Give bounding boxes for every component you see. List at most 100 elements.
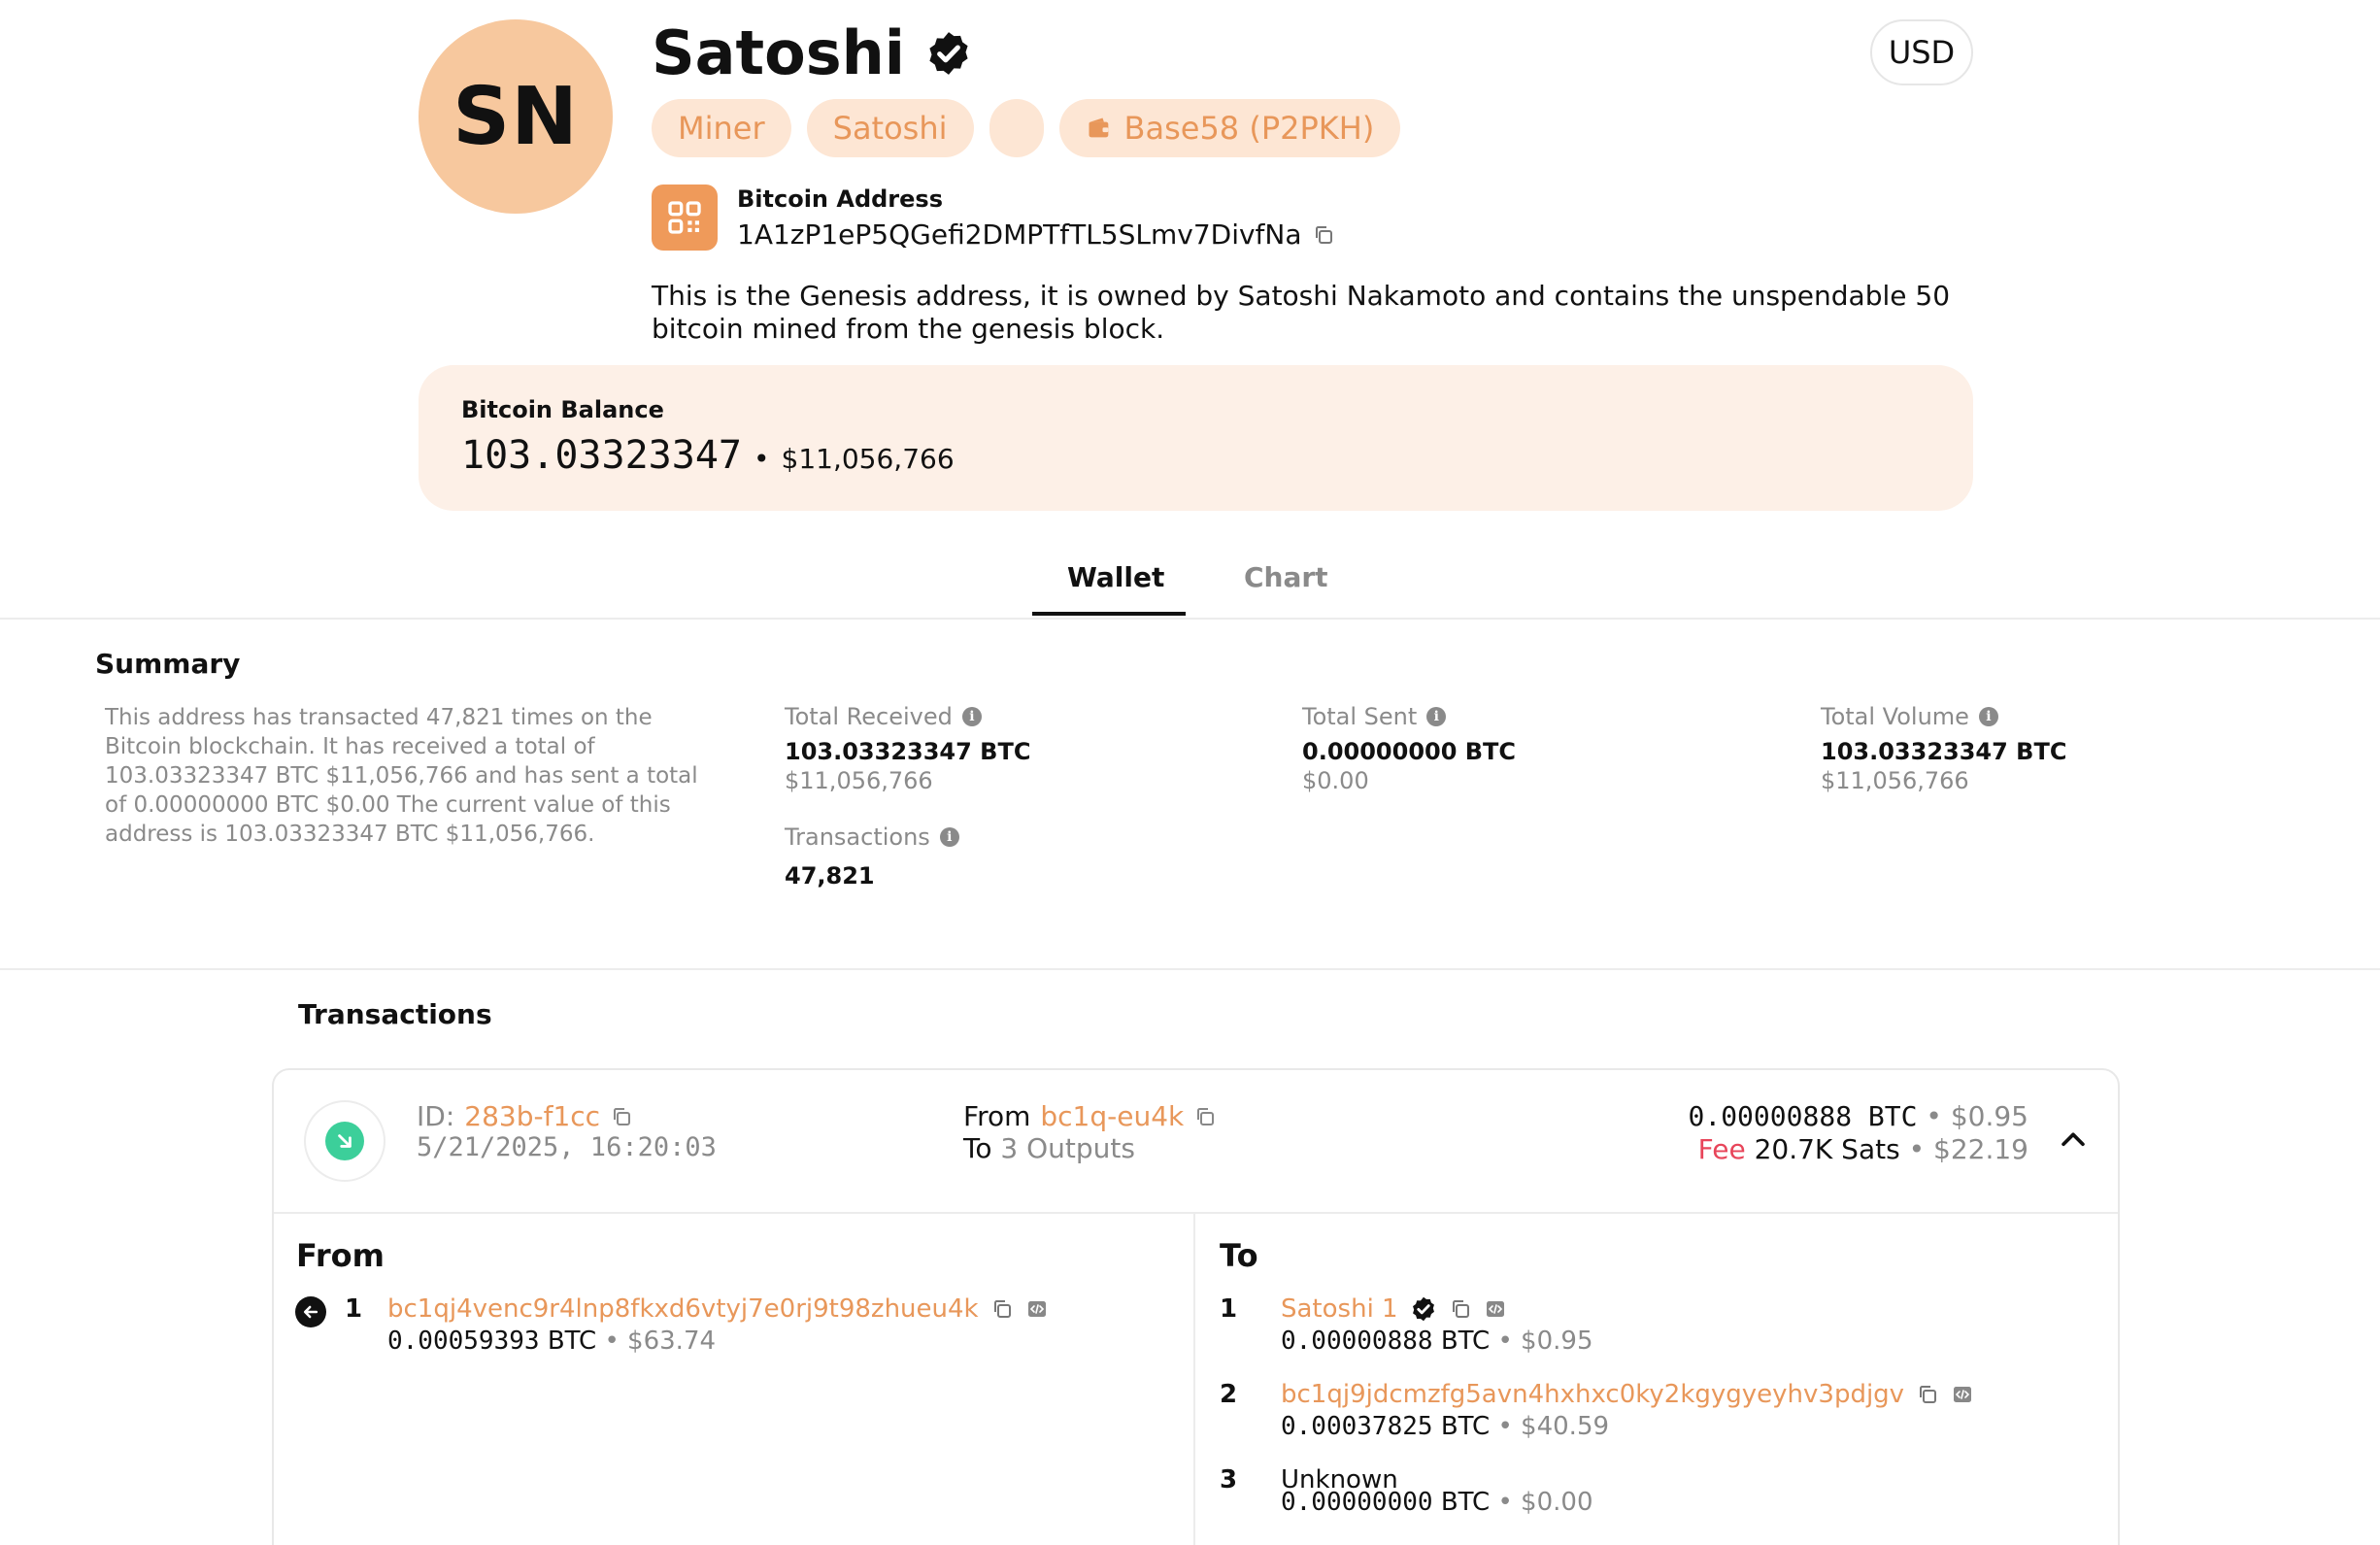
fee-label: Fee [1697,1133,1746,1165]
tag-label: Base58 (P2PKH) [1123,110,1375,147]
stat-label-row: Total Volume i [1821,703,2066,730]
chevron-up-icon[interactable] [2057,1124,2090,1157]
stat-total-volume: Total Volume i 103.03323347 BTC $11,056,7… [1821,703,2066,794]
input-value-row: 0.00059393 BTC • $63.74 [387,1327,716,1356]
stat-label: Total Sent [1302,703,1418,730]
transaction-id-link[interactable]: 283b-f1cc [464,1100,600,1132]
tag-address-type: Base58 (P2PKH) [1058,99,1401,157]
currency-label: USD [1888,34,1956,71]
stat-label: Total Received [785,703,953,730]
output-btc: 0.00000888 [1281,1327,1433,1356]
output-value-row: 0.00000000 BTC • $0.00 [1281,1488,1592,1517]
copy-icon[interactable] [610,1105,633,1128]
stat-value: 0.00000000 BTC [1302,738,1517,765]
transaction-date: 5/21/2025, 16:20:03 [417,1132,717,1162]
output-usd: $0.00 [1521,1488,1593,1517]
arrow-down-right-icon [325,1122,364,1160]
input-row: bc1qj4venc9r4lnp8fkxd6vtyj7e0rj9t98zhueu… [387,1294,1049,1324]
stat-label-row: Total Received i [785,703,1030,730]
info-icon[interactable]: i [1426,707,1447,726]
stat-label-row: Total Sent i [1302,703,1516,730]
output-address-link[interactable]: bc1qj9jdcmzfg5avn4hxhxc0ky2kgygyeyhv3pdj… [1281,1380,1904,1409]
bitcoin-address: 1A1zP1eP5QGefi2DMPTfTL5SLmv7DivfNa [737,218,1302,251]
tab-wallet[interactable]: Wallet [1067,561,1164,593]
profile-tags: Miner Satoshi Base58 (P2PKH) [652,99,1401,157]
profile-name: Satoshi [652,17,906,88]
verified-badge-icon [929,31,968,75]
address-row: 1A1zP1eP5QGefi2DMPTfTL5SLmv7DivfNa [737,218,1335,251]
stat-label-row: Transactions i [785,823,959,851]
code-icon[interactable] [1951,1383,1974,1406]
output-btc: 0.00000000 [1281,1488,1433,1517]
bullet: • [1497,1412,1513,1441]
stat-transactions: Transactions i 47,821 [785,823,959,890]
arrow-left-icon [295,1296,326,1327]
output-address-link[interactable]: Satoshi 1 [1281,1294,1398,1324]
bullet: • [1497,1488,1513,1517]
tag-label: Satoshi [832,110,948,147]
input-address-link[interactable]: bc1qj4venc9r4lnp8fkxd6vtyj7e0rj9t98zhueu… [387,1294,979,1324]
balance-value-row: 103.03323347 • $11,056,766 [461,433,955,478]
copy-icon[interactable] [1312,223,1335,247]
balance-separator: • [753,443,770,475]
code-icon[interactable] [1484,1297,1507,1321]
stat-total-sent: Total Sent i 0.00000000 BTC $0.00 [1302,703,1516,794]
transaction-header-divider [274,1212,2118,1214]
transaction-id-label: ID: [417,1100,455,1132]
input-unit: BTC [547,1327,597,1356]
bullet: • [1497,1327,1513,1356]
currency-selector-button[interactable]: USD [1870,19,1973,85]
output-value-row: 0.00000888 BTC • $0.95 [1281,1327,1592,1356]
qr-code-button[interactable] [652,185,718,251]
copy-icon[interactable] [1449,1297,1472,1321]
output-unit: BTC [1440,1327,1491,1356]
tab-chart[interactable]: Chart [1244,561,1328,593]
qr-code-icon [668,201,701,234]
code-icon[interactable] [1025,1297,1049,1321]
tabs-divider [0,618,2380,620]
output-value-row: 0.00037825 BTC • $40.59 [1281,1412,1609,1441]
output-usd: $40.59 [1521,1412,1610,1441]
info-icon[interactable]: i [939,827,959,847]
transaction-amount-row: 0.00000888 BTC • $0.95 [1688,1100,2028,1132]
input-btc: 0.00059393 [387,1327,540,1356]
output-unit: BTC [1440,1488,1491,1517]
output-usd: $0.95 [1521,1327,1593,1356]
copy-icon[interactable] [1193,1105,1217,1128]
active-tab-indicator [1032,612,1186,616]
address-description: This is the Genesis address, it is owned… [652,280,1951,345]
transaction-column-divider [1193,1214,1195,1545]
output-btc: 0.00037825 [1281,1412,1433,1441]
to-outputs: 3 Outputs [1000,1132,1135,1164]
copy-icon[interactable] [990,1297,1014,1321]
stat-sub: $11,056,766 [785,767,933,794]
summary-text: This address has transacted 47,821 times… [105,705,698,847]
tag-satoshi: Satoshi [806,99,974,157]
output-row: Satoshi 1 [1281,1294,1507,1324]
tag-label: Miner [678,110,765,147]
input-number: 1 [345,1294,363,1324]
output-row: bc1qj9jdcmzfg5avn4hxhxc0ky2kgygyeyhv3pdj… [1281,1380,1974,1409]
copy-icon[interactable] [1916,1383,1939,1406]
balance-btc: 103.03323347 [461,433,742,478]
stat-value: 47,821 [785,862,875,890]
output-unit: BTC [1440,1412,1491,1441]
stat-total-received: Total Received i 103.03323347 BTC $11,056… [785,703,1030,794]
fee-usd: $22.19 [1933,1133,2028,1165]
avatar: SN [419,19,613,214]
transaction-amount-usd: $0.95 [1950,1100,2028,1132]
info-icon[interactable]: i [1978,707,1998,726]
transaction-to-row: To 3 Outputs [963,1132,1135,1164]
transaction-from-row: From bc1q-eu4k [963,1100,1217,1132]
info-icon[interactable]: i [961,707,982,726]
stat-label: Transactions [785,823,930,851]
bullet: • [1926,1100,1942,1132]
stat-sub: $11,056,766 [1821,767,1969,794]
balance-label: Bitcoin Balance [461,396,664,423]
transaction-amount: 0.00000888 BTC [1688,1100,1918,1132]
summary-title: Summary [95,648,241,680]
from-address-link[interactable]: bc1q-eu4k [1040,1100,1184,1132]
transactions-title: Transactions [298,998,492,1030]
balance-usd: $11,056,766 [781,443,955,475]
bullet: • [604,1327,620,1356]
